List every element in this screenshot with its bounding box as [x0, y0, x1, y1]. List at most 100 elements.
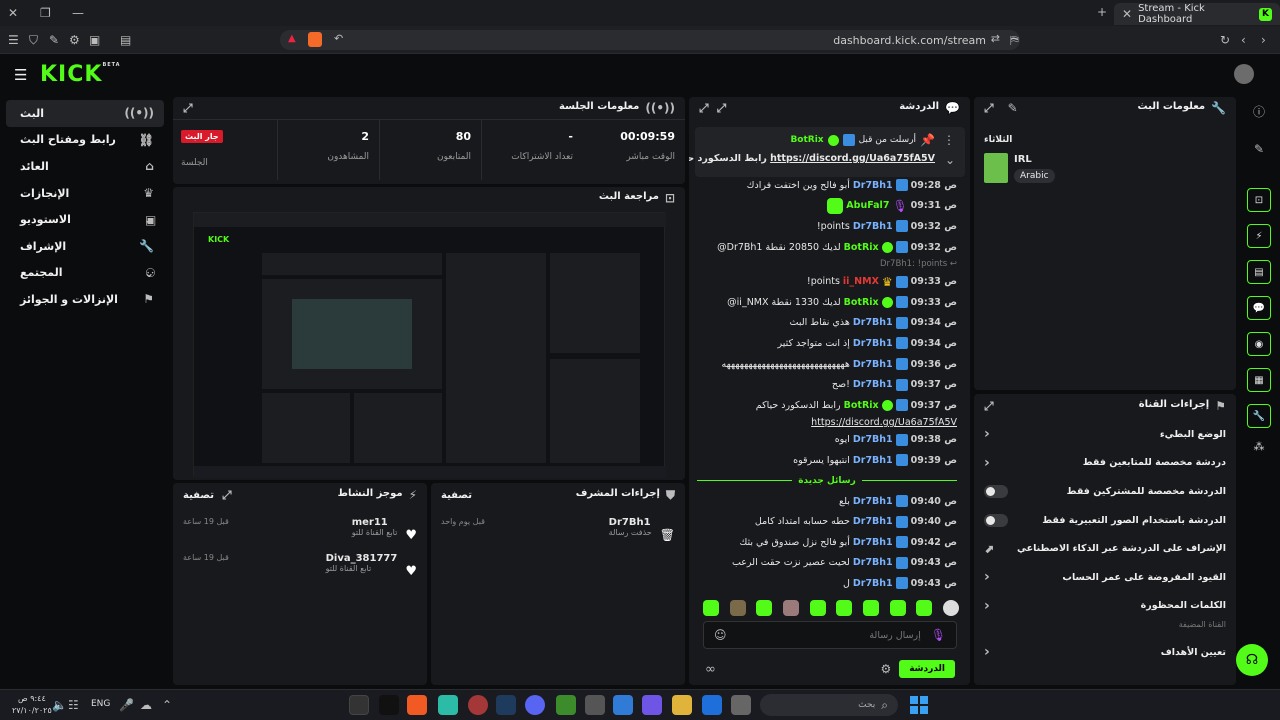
chat-user[interactable]: AbuFal7 [846, 200, 889, 211]
taskbar-search[interactable]: بحث ⌕ [760, 694, 898, 716]
sidebar-icon[interactable]: ▣ [89, 33, 100, 47]
close-icon[interactable]: ✕ [8, 6, 18, 20]
setting-ai-moderation[interactable]: ⬈ الإشراف على الدردشة عبر الذكاء الاصطناع… [974, 534, 1236, 563]
brave-shield-icon[interactable] [308, 32, 322, 47]
mic-icon[interactable]: 🎤 [119, 698, 134, 712]
chat-user[interactable]: Dr7Bh1 [853, 496, 893, 507]
emote-icon[interactable] [862, 600, 879, 616]
menu-icon[interactable]: ☰ [8, 33, 19, 47]
chat-user[interactable]: Dr7Bh1 [853, 359, 893, 370]
reader-icon[interactable]: ▤ [120, 33, 131, 47]
chat-user[interactable]: BotRix [844, 242, 879, 253]
setting-followers-only[interactable]: › دردشة مخصصة للمتابعين فقط [974, 449, 1236, 478]
nav-item-stream-key[interactable]: رابط ومفتاح البث ⛓ [6, 127, 164, 154]
chat-link[interactable]: https://discord.gg/Ua6a75fA5V [811, 417, 957, 428]
chat-user[interactable]: BotRix [844, 297, 879, 308]
explorer-icon[interactable] [672, 695, 692, 715]
preview-toggle-icon[interactable]: ⊡ [1247, 188, 1271, 212]
back-icon[interactable]: ‹ [1241, 33, 1246, 47]
emoji-icon[interactable]: ☺ [714, 628, 727, 642]
chevron-down-icon[interactable]: ⌄ [945, 153, 955, 167]
app-icon[interactable] [585, 695, 605, 715]
vpn-icon[interactable]: ▲ [288, 33, 296, 44]
edit-icon[interactable]: ✎ [1008, 101, 1018, 116]
chat-user[interactable]: Dr7Bh1 [853, 537, 893, 548]
nav-item-drops[interactable]: الإنزالات و الجوائز ⚑ [6, 286, 164, 313]
filter-button[interactable]: تصفية [183, 490, 214, 501]
reload-icon[interactable]: ↻ [1220, 33, 1230, 47]
pinned-message[interactable]: BotRix أرسلت من قبل 📌 رابط الدسكورد حياك… [689, 127, 965, 177]
nav-item-moderation[interactable]: الإشراف 🔧 [6, 233, 164, 260]
tiktok-icon[interactable] [379, 695, 399, 715]
emote-icon[interactable] [729, 600, 746, 616]
nav-item-community[interactable]: ⚇ المجتمع ⌄ [6, 260, 164, 287]
emote-icon[interactable] [703, 600, 719, 616]
subscribers-only-toggle[interactable] [984, 484, 1008, 498]
chat-user[interactable]: Dr7Bh1 [853, 379, 893, 390]
expand-icon[interactable]: ⤢ [984, 399, 994, 414]
chat-toggle-icon[interactable]: 💬 [1247, 296, 1271, 320]
start-button[interactable] [910, 696, 928, 714]
url-text[interactable]: dashboard.kick.com/stream [833, 34, 986, 47]
emote-icon[interactable] [782, 600, 799, 616]
forward-icon[interactable]: › [1261, 33, 1266, 47]
chat-send-button[interactable]: الدردشة [899, 660, 955, 678]
chat-user[interactable]: Dr7Bh1 [853, 434, 893, 445]
emote-icon[interactable] [889, 600, 906, 616]
chat-input[interactable]: ☺ إرسال رسالة 🎙 [703, 621, 957, 649]
mail-icon[interactable] [702, 695, 722, 715]
epic-games-icon[interactable] [349, 695, 369, 715]
emote-icon[interactable] [916, 600, 933, 616]
nav-item-studio[interactable]: ▣ الاستوديو ⌄ [6, 206, 164, 233]
nav-item-revenue[interactable]: العائد ⌂ [6, 153, 164, 180]
volume-icon[interactable]: 🔈 [52, 698, 67, 712]
setting-set-goals[interactable]: › تعيين الأهداف [974, 638, 1236, 667]
share-icon[interactable]: ⇄ [991, 32, 1000, 45]
expand-icon[interactable]: ⤢ [984, 101, 994, 116]
popout-icon[interactable]: ⤢ [699, 101, 709, 116]
wrench-icon[interactable]: 🔧 [1247, 404, 1271, 428]
steam-icon[interactable] [496, 695, 516, 715]
tab-close-icon[interactable]: ✕ [1122, 7, 1132, 21]
settings-icon[interactable]: ⚙ [880, 662, 891, 676]
app-icon[interactable] [731, 695, 751, 715]
undo-icon[interactable]: ↶ [334, 32, 343, 45]
infinity-icon[interactable]: ∞ [705, 662, 716, 677]
filter-button[interactable]: تصفية [441, 490, 472, 501]
expand-icon[interactable]: ⤢ [717, 101, 727, 116]
chat-user[interactable]: Dr7Bh1 [853, 578, 893, 589]
nav-item-achievements[interactable]: الإنجازات ♛ [6, 180, 164, 207]
chat-user[interactable]: Dr7Bh1 [853, 557, 893, 568]
minecraft-icon[interactable] [556, 695, 576, 715]
setting-slow-mode[interactable]: › الوضع البطيء [974, 420, 1236, 449]
chat-user[interactable]: BotRix [844, 400, 879, 411]
minimize-icon[interactable]: — [72, 6, 84, 20]
notes-icon[interactable]: ▤ [1247, 260, 1271, 284]
mic-icon[interactable]: 🎙 [931, 628, 946, 642]
wand-icon[interactable]: ✎ [49, 33, 59, 47]
app-icon[interactable] [438, 695, 458, 715]
emotes-only-toggle[interactable] [984, 513, 1008, 527]
emote-icon[interactable] [836, 600, 853, 616]
stream-preview-video[interactable]: KICK [193, 212, 666, 478]
avatar[interactable] [1234, 64, 1254, 84]
expand-icon[interactable]: ⤢ [222, 488, 232, 503]
emote-icon[interactable] [942, 600, 959, 616]
new-tab-icon[interactable]: + [1097, 5, 1107, 19]
chat-user[interactable]: Dr7Bh1 [853, 338, 893, 349]
chat-user[interactable]: Dr7Bh1 [853, 455, 893, 466]
emote-icon[interactable] [756, 600, 773, 616]
setting-banned-words[interactable]: › الكلمات المحظورة [974, 592, 1236, 621]
input-language[interactable]: ENG [91, 699, 110, 709]
shield-icon[interactable]: ⛉ [29, 33, 38, 48]
chat-user[interactable]: ii_NMX [843, 276, 879, 287]
network-icon[interactable]: ☷ [68, 698, 79, 712]
brave-icon[interactable] [407, 695, 427, 715]
hamburger-icon[interactable]: ☰ [14, 66, 27, 84]
copilot-icon[interactable] [642, 695, 662, 715]
app-icon[interactable] [468, 695, 488, 715]
nav-item-stream[interactable]: البث ((•)) [6, 100, 164, 127]
layout-icon[interactable]: ▦ [1247, 368, 1271, 392]
extensions-icon[interactable]: ⚙ [69, 33, 80, 47]
broadcast-icon[interactable]: ◉ [1247, 332, 1271, 356]
